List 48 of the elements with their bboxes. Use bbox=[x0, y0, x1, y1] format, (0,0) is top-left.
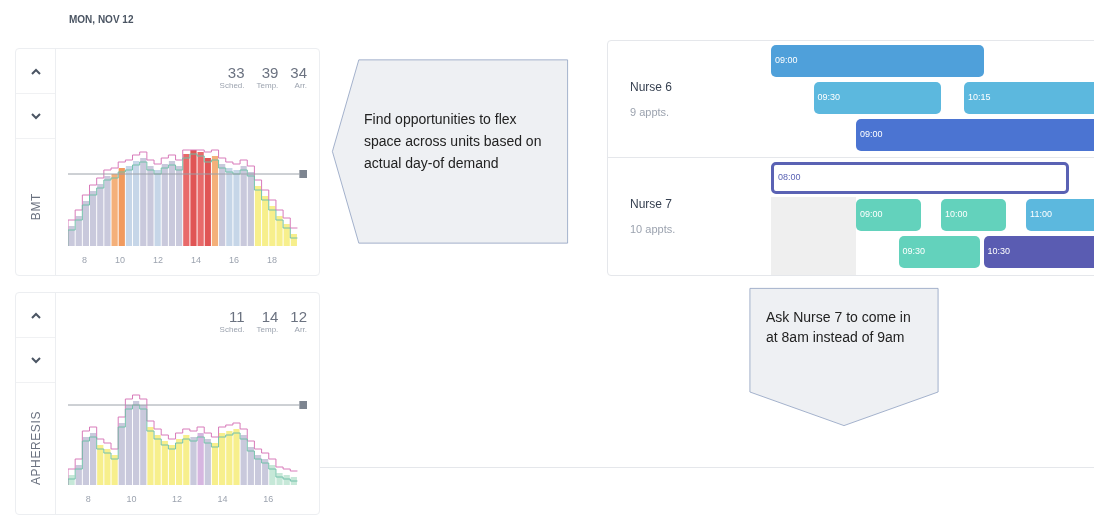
stat-value: 33 bbox=[227, 65, 245, 80]
appointment-bar[interactable]: 08:00 bbox=[771, 162, 1069, 194]
appointment-bar[interactable]: 09:00 bbox=[771, 45, 984, 77]
stat-label: Temp. bbox=[256, 324, 279, 336]
chevron-down-icon[interactable] bbox=[30, 112, 41, 120]
appointment-bar[interactable]: 09:30 bbox=[898, 236, 981, 268]
hour-tick: 8 bbox=[85, 492, 91, 506]
unit-label: BMT bbox=[27, 193, 44, 221]
hour-tick: 16 bbox=[263, 492, 274, 506]
stat-value: 14 bbox=[261, 309, 279, 324]
callout-text: Ask Nurse 7 to come in at 8am instead of 9am bbox=[766, 308, 912, 347]
nurse-name: Nurse 7 bbox=[630, 196, 674, 214]
appointment-count: 9 appts. bbox=[630, 104, 671, 120]
stat-value: 12 bbox=[290, 309, 307, 324]
stat-label: Sched. bbox=[219, 80, 245, 92]
hour-tick: 10 bbox=[115, 253, 125, 267]
nurse-name: Nurse 6 bbox=[630, 78, 674, 96]
stat-label: Temp. bbox=[256, 80, 279, 92]
appointment-count: 10 appts. bbox=[630, 222, 677, 238]
appointment-bar[interactable]: 10:30 bbox=[983, 236, 1094, 268]
callout-text: Find opportunities to flex space across units based on actual day-of demand bbox=[364, 110, 543, 173]
appointment-bar[interactable]: 11:00 bbox=[1026, 199, 1094, 231]
chevron-up-icon[interactable] bbox=[30, 311, 41, 319]
stat-value: 39 bbox=[261, 65, 279, 80]
hour-tick: 14 bbox=[217, 492, 228, 506]
appointment-bar[interactable]: 09:00 bbox=[856, 119, 1094, 151]
stat-label: Sched. bbox=[219, 324, 245, 336]
appointment-bar[interactable]: 10:00 bbox=[941, 199, 1007, 231]
appointment-bar[interactable]: 10:15 bbox=[963, 82, 1094, 114]
hour-tick: 18 bbox=[267, 253, 277, 267]
hour-tick: 8 bbox=[82, 253, 87, 267]
hour-tick: 12 bbox=[171, 492, 182, 506]
hour-tick: 16 bbox=[229, 253, 239, 267]
stat-value: 11 bbox=[228, 309, 245, 324]
appointment-bar[interactable]: 09:00 bbox=[856, 199, 922, 231]
stat-value: 34 bbox=[290, 65, 307, 80]
unit-label: APHERESIS bbox=[27, 411, 44, 486]
capacity-marker bbox=[299, 169, 307, 178]
chevron-down-icon[interactable] bbox=[30, 356, 41, 364]
hour-tick: 14 bbox=[191, 253, 201, 267]
chevron-up-icon[interactable] bbox=[30, 67, 41, 75]
hour-tick: 12 bbox=[153, 253, 163, 267]
hour-tick: 10 bbox=[126, 492, 137, 506]
stat-label: Arr. bbox=[294, 324, 307, 336]
appointment-bar[interactable]: 09:30 bbox=[813, 82, 941, 114]
date-heading: MON, NOV 12 bbox=[69, 13, 135, 27]
stat-label: Arr. bbox=[294, 80, 307, 92]
capacity-marker bbox=[299, 400, 307, 409]
